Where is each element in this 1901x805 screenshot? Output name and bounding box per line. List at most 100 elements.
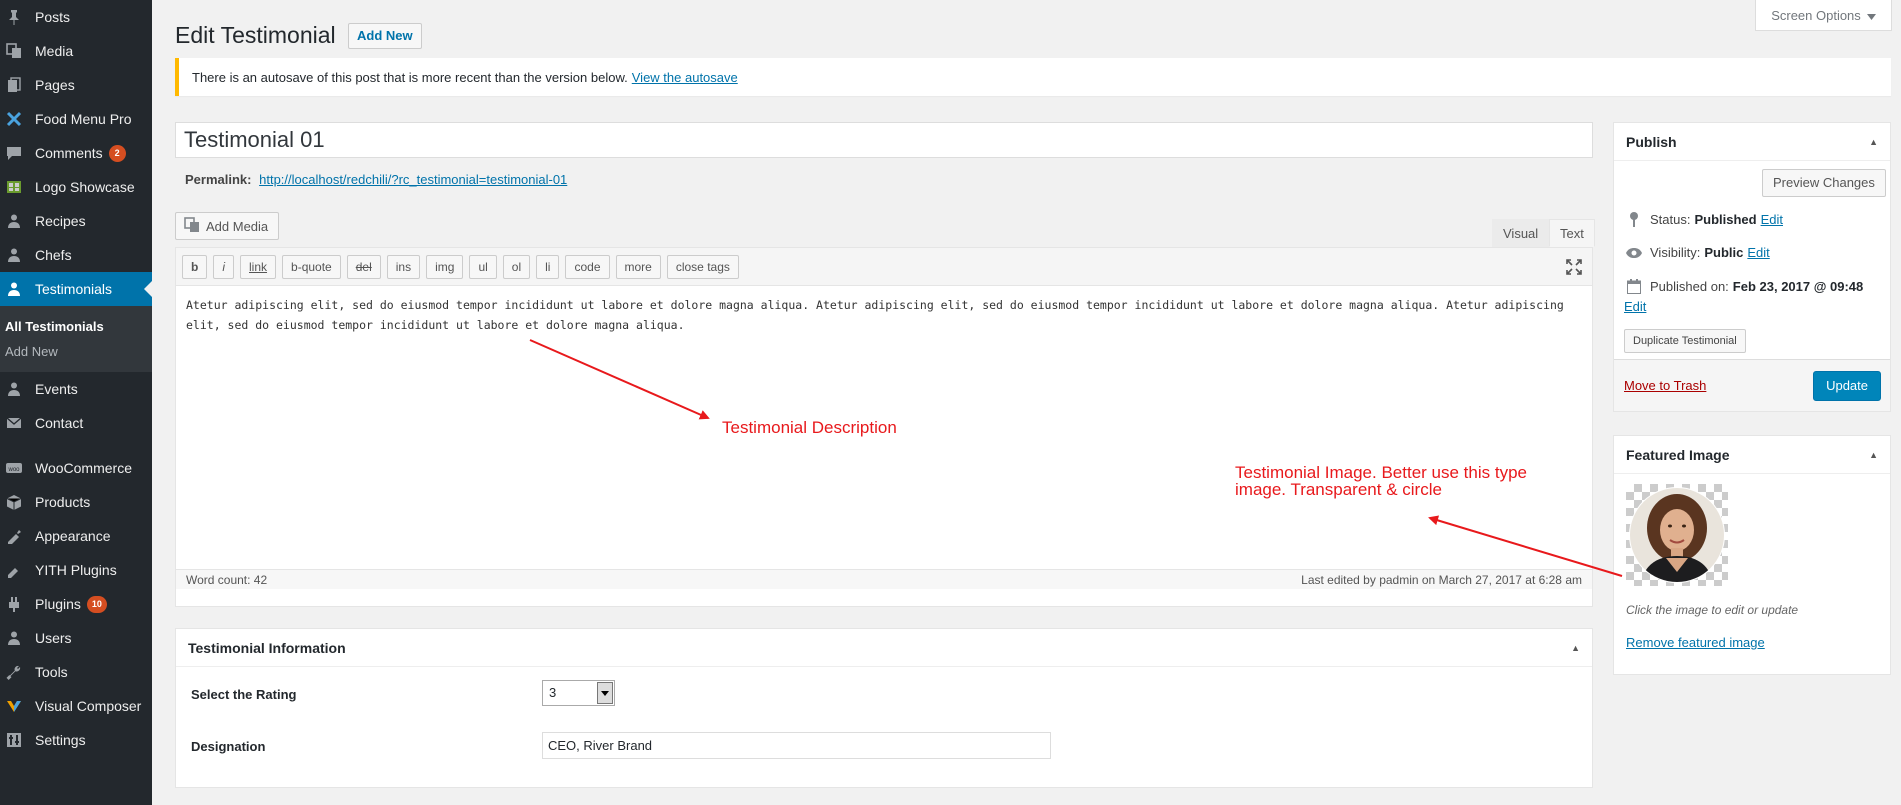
quicktag-b-quote-button[interactable]: b-quote (282, 254, 341, 279)
published-label: Published on: (1650, 279, 1729, 294)
sidebar-item-posts[interactable]: Posts (0, 0, 152, 34)
quicktag-del-button[interactable]: del (346, 254, 381, 279)
view-autosave-link[interactable]: View the autosave (632, 70, 738, 85)
page-title: Edit Testimonial (175, 22, 336, 48)
sidebar-item-testimonials[interactable]: Testimonials (0, 272, 152, 306)
media-icon (6, 43, 22, 59)
annotation-image: Testimonial Image. Better use this type … (1235, 463, 1527, 499)
screen-options-label: Screen Options (1771, 7, 1861, 23)
sidebar-item-label: Media (35, 43, 74, 59)
sidebar-item-label: Posts (35, 9, 71, 25)
add-media-label: Add Media (206, 218, 269, 234)
sidebar-item-tools[interactable]: Tools (0, 655, 152, 689)
move-to-trash-link[interactable]: Move to Trash (1624, 378, 1706, 393)
sidebar-item-users[interactable]: Users (0, 621, 152, 655)
sidebar-item-plugins[interactable]: Plugins 10 (0, 587, 152, 621)
sidebar-item-settings[interactable]: Settings (0, 723, 152, 757)
woocommerce-icon: woo (6, 460, 22, 476)
sidebar-item-label: Contact (35, 415, 84, 431)
testimonials-icon (6, 281, 22, 297)
quicktag-ol-button[interactable]: ol (502, 254, 531, 279)
submenu-add-new[interactable]: Add New (0, 339, 152, 364)
quicktag-ul-button[interactable]: ul (469, 254, 497, 279)
visibility-value: Public (1704, 245, 1744, 260)
sidebar-item-label: Comments (35, 145, 103, 161)
testimonials-submenu: All Testimonials Add New (0, 306, 152, 372)
sidebar-item-yith-plugins[interactable]: YITH Plugins (0, 553, 152, 587)
toggle-arrow-icon[interactable]: ▲ (1869, 450, 1878, 460)
visibility-edit-link[interactable]: Edit (1747, 245, 1769, 260)
quicktag-ins-button[interactable]: ins (386, 254, 421, 279)
quicktag-more-button[interactable]: more (615, 254, 661, 279)
permalink-url[interactable]: http://localhost/redchili/?rc_testimonia… (259, 172, 567, 187)
sidebar-item-label: YITH Plugins (35, 562, 117, 578)
toggle-arrow-icon[interactable]: ▲ (1571, 643, 1580, 653)
testimonial-information-header[interactable]: Testimonial Information ▲ (176, 629, 1592, 667)
sidebar-item-media[interactable]: Media (0, 34, 152, 68)
featured-image-header[interactable]: Featured Image ▲ (1614, 436, 1890, 474)
toggle-arrow-icon[interactable]: ▲ (1869, 137, 1878, 147)
remove-featured-image-link[interactable]: Remove featured image (1626, 635, 1765, 650)
sidebar-item-label: Recipes (35, 213, 86, 229)
publish-header[interactable]: Publish ▲ (1614, 123, 1890, 161)
sidebar-item-label: Events (35, 381, 78, 397)
comments-icon (6, 145, 22, 161)
quicktag-link-button[interactable]: link (240, 254, 277, 279)
testimonial-information-title: Testimonial Information (188, 639, 346, 656)
featured-image-thumbnail[interactable] (1626, 484, 1728, 586)
sidebar-item-products[interactable]: Products (0, 485, 152, 519)
duplicate-testimonial-button[interactable]: Duplicate Testimonial (1624, 329, 1746, 353)
admin-sidebar: Posts Media Pages Food Menu Pro Comments 2 Log… (0, 0, 152, 805)
permalink: Permalink: http://localhost/redchili/?rc… (185, 172, 567, 187)
submenu-all-testimonials[interactable]: All Testimonials (0, 314, 152, 339)
sidebar-item-events[interactable]: Events (0, 372, 152, 406)
quicktag-li-button[interactable]: li (536, 254, 560, 279)
screen-options-button[interactable]: Screen Options (1755, 0, 1892, 31)
sidebar-item-visual-composer[interactable]: Visual Composer (0, 689, 152, 723)
autosave-notice: There is an autosave of this post that i… (175, 58, 1891, 96)
media-icon (184, 216, 200, 236)
sidebar-item-food-menu-pro[interactable]: Food Menu Pro (0, 102, 152, 136)
sidebar-item-logo-showcase[interactable]: Logo Showcase (0, 170, 152, 204)
calendar-icon (1624, 279, 1644, 294)
quicktag-code-button[interactable]: code (565, 254, 610, 279)
sidebar-item-label: Pages (35, 77, 75, 93)
rating-select[interactable]: 3 (542, 680, 615, 706)
sidebar-item-chefs[interactable]: Chefs (0, 238, 152, 272)
quicktag-close-tags-button[interactable]: close tags (666, 254, 739, 279)
rating-value: 3 (549, 685, 557, 700)
sidebar-item-contact[interactable]: Contact (0, 406, 152, 440)
preview-changes-button[interactable]: Preview Changes (1762, 169, 1886, 197)
settings-icon (6, 732, 22, 748)
publish-title: Publish (1626, 133, 1677, 150)
sidebar-item-pages[interactable]: Pages (0, 68, 152, 102)
quicktag-i-button[interactable]: i (213, 254, 235, 279)
tools-icon (6, 664, 22, 680)
quicktag-img-button[interactable]: img (426, 254, 464, 279)
sidebar-item-woocommerce[interactable]: woo WooCommerce (0, 451, 152, 485)
editor-status-bar: Word count: 42 Last edited by padmin on … (176, 569, 1592, 589)
publish-box: Publish ▲ Preview Changes Status: Publis… (1613, 122, 1891, 412)
sidebar-item-comments[interactable]: Comments 2 (0, 136, 152, 170)
sidebar-item-label: Products (35, 494, 91, 510)
quicktag-b-button[interactable]: b (182, 254, 208, 279)
publish-actions: Move to Trash Update (1614, 359, 1890, 411)
sidebar-item-recipes[interactable]: Recipes (0, 204, 152, 238)
tab-visual[interactable]: Visual (1492, 219, 1550, 247)
sidebar-item-label: WooCommerce (35, 460, 132, 476)
status-edit-link[interactable]: Edit (1761, 212, 1783, 227)
designation-input[interactable]: CEO, River Brand (542, 732, 1051, 759)
fullscreen-icon[interactable] (1566, 259, 1582, 278)
published-edit-link[interactable]: Edit (1624, 299, 1646, 314)
post-title-input[interactable]: Testimonial 01 (175, 122, 1593, 158)
published-value: Feb 23, 2017 @ 09:48 (1732, 279, 1864, 294)
sidebar-item-appearance[interactable]: Appearance (0, 519, 152, 553)
word-count: Word count: 42 (186, 572, 268, 587)
count-badge: 10 (86, 595, 107, 613)
update-button[interactable]: Update (1813, 371, 1881, 401)
add-media-button[interactable]: Add Media (175, 212, 280, 240)
tab-text[interactable]: Text (1549, 219, 1595, 247)
users-icon (6, 630, 22, 646)
add-new-button[interactable]: Add New (348, 23, 422, 49)
visibility-row: Visibility: Public Edit (1624, 245, 1770, 260)
